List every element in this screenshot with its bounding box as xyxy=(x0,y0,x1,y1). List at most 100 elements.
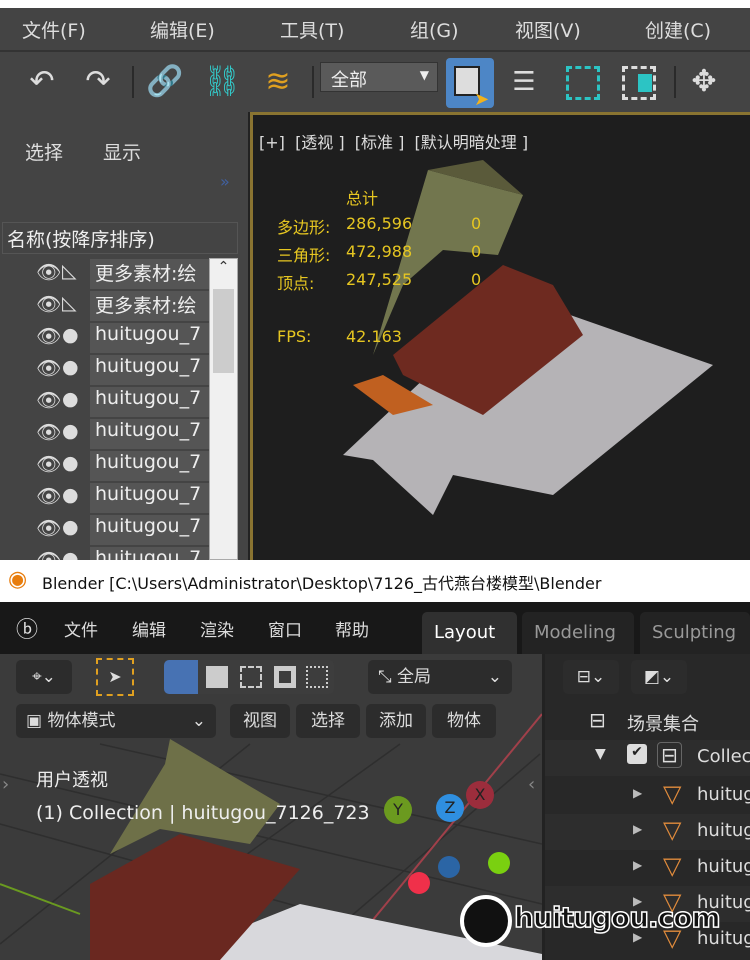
object-name[interactable]: huitugou_7 xyxy=(90,451,210,481)
select-intersect-icon[interactable] xyxy=(306,666,328,688)
select-subtract-icon[interactable] xyxy=(240,666,262,688)
display-mode-icon[interactable]: ⊟⌄ xyxy=(563,660,619,694)
link-icon[interactable]: 🔗 xyxy=(145,62,185,102)
tab-display[interactable]: 显示 xyxy=(103,138,141,165)
gizmo-z[interactable]: Z xyxy=(436,794,464,822)
visibility-eye-icon[interactable]: 👁 xyxy=(36,516,61,540)
outliner-scene-collection[interactable]: ⊟ 场景集合 xyxy=(545,704,750,740)
menu-view[interactable]: 视图 xyxy=(230,704,290,738)
menu-file[interactable]: 文件 xyxy=(64,616,98,641)
menu-group[interactable]: 组(G) xyxy=(410,16,459,43)
scroll-up-icon[interactable]: ⌃ xyxy=(210,259,237,275)
menu-file[interactable]: 文件(F) xyxy=(22,16,86,43)
redo-icon[interactable]: ↷ xyxy=(78,62,118,102)
select-object-icon[interactable]: ➤ xyxy=(446,58,494,110)
list-item[interactable]: 👁● huitugou_7 xyxy=(0,386,210,418)
toolbar-expand-icon[interactable]: › xyxy=(2,774,9,795)
rectangle-selection-icon[interactable] xyxy=(562,62,602,102)
visibility-eye-icon[interactable]: 👁 xyxy=(36,292,61,316)
menu-views[interactable]: 视图(V) xyxy=(515,16,581,43)
list-item[interactable]: 👁 ◺ 更多素材:绘 xyxy=(0,258,210,290)
selection-filter-dropdown[interactable]: 全部 ▼ xyxy=(320,62,438,92)
menu-select[interactable]: 选择 xyxy=(296,704,360,738)
select-by-name-icon[interactable]: ☰ xyxy=(504,62,544,102)
undo-icon[interactable]: ↶ xyxy=(22,62,62,102)
move-icon[interactable]: ✥ xyxy=(684,62,724,102)
stat-selected: 0 xyxy=(471,214,482,233)
visibility-eye-icon[interactable]: 👁 xyxy=(36,356,61,380)
visibility-eye-icon[interactable]: 👁 xyxy=(36,260,61,284)
scrollbar[interactable]: ⌃ xyxy=(209,258,238,560)
column-header-name[interactable]: 名称(按降序排序) xyxy=(2,222,238,254)
outliner-object[interactable]: ▶ ▽ huitug xyxy=(545,778,750,814)
select-tool-icon[interactable]: ➤ xyxy=(96,658,134,696)
visibility-eye-icon[interactable]: 👁 xyxy=(36,388,61,412)
transform-pivot-icon[interactable]: ⌖⌄ xyxy=(16,660,72,694)
select-extend-icon[interactable] xyxy=(206,666,228,688)
gizmo-x[interactable]: X xyxy=(466,781,494,809)
max-viewport[interactable]: [+] [透视 ] [标准 ] [默认明暗处理 ] 总计 多边形: 286,596… xyxy=(250,112,750,560)
menu-tools[interactable]: 工具(T) xyxy=(280,16,344,43)
sidebar-expand-icon[interactable]: ‹ xyxy=(528,774,535,795)
visibility-eye-icon[interactable]: 👁 xyxy=(36,452,61,476)
tab-sculpting[interactable]: Sculpting xyxy=(640,612,750,654)
transform-orientation-dropdown[interactable]: ⤡ 全局 ⌄ xyxy=(368,660,512,694)
viewport-label[interactable]: [+] [透视 ] [标准 ] [默认明暗处理 ] xyxy=(259,129,528,153)
unlink-icon[interactable]: ⛓ xyxy=(202,62,242,102)
bind-space-warp-icon[interactable]: ≋ xyxy=(258,62,298,102)
tab-layout[interactable]: Layout xyxy=(422,612,517,654)
menu-edit[interactable]: 编辑(E) xyxy=(150,16,215,43)
scrollbar-thumb[interactable] xyxy=(213,289,234,373)
collection-icon: ⊟ xyxy=(657,742,682,768)
gizmo-y[interactable]: Y xyxy=(384,796,412,824)
object-name[interactable]: huitugou_7 xyxy=(90,323,210,353)
object-name[interactable]: huitugou_7 xyxy=(90,355,210,385)
gizmo-neg-y[interactable] xyxy=(488,852,510,874)
outliner-object[interactable]: ▶ ▽ huitug xyxy=(545,850,750,886)
tab-select[interactable]: 选择 xyxy=(25,138,63,165)
list-item[interactable]: 👁● huitugou_7 xyxy=(0,354,210,386)
checkbox[interactable]: ✔ xyxy=(627,744,647,764)
outliner-collection[interactable]: ▼ ✔ ⊟ Collection xyxy=(545,740,750,776)
list-item[interactable]: 👁● huitugou_7 xyxy=(0,482,210,514)
menu-render[interactable]: 渲染 xyxy=(200,616,234,641)
object-name[interactable]: huitugou_7 xyxy=(90,483,210,513)
window-crossing-icon[interactable] xyxy=(618,62,658,102)
visibility-eye-icon[interactable]: 👁 xyxy=(36,420,61,444)
mode-dropdown[interactable]: ▣ 物体模式 ⌄ xyxy=(16,704,216,738)
list-item[interactable]: 👁● huitugou_7 xyxy=(0,450,210,482)
expand-arrow-icon[interactable]: ▶ xyxy=(633,822,642,836)
expand-icon[interactable]: » xyxy=(220,172,230,191)
tab-modeling[interactable]: Modeling xyxy=(522,612,634,654)
filter-icon[interactable]: ◩⌄ xyxy=(631,660,687,694)
menu-help[interactable]: 帮助 xyxy=(335,616,369,641)
outliner-object[interactable]: ▶ ▽ huitug xyxy=(545,814,750,850)
object-name[interactable]: huitugou_7 xyxy=(90,419,210,449)
expand-arrow-icon[interactable]: ▶ xyxy=(633,786,642,800)
list-item[interactable]: 👁 ◺ 更多素材:绘 xyxy=(0,290,210,322)
list-item[interactable]: 👁● huitugou_7 xyxy=(0,418,210,450)
selection-mode-group[interactable] xyxy=(164,660,334,694)
menu-create[interactable]: 创建(C) xyxy=(645,16,711,43)
geometry-sphere-icon: ● xyxy=(62,484,79,506)
menu-object[interactable]: 物体 xyxy=(432,704,496,738)
gizmo-neg-x[interactable] xyxy=(408,872,430,894)
select-invert-icon[interactable] xyxy=(274,666,296,688)
visibility-eye-icon[interactable]: 👁 xyxy=(36,324,61,348)
object-name[interactable]: 更多素材:绘 xyxy=(90,291,210,321)
list-item[interactable]: 👁● huitugou_7 xyxy=(0,514,210,546)
expand-arrow-icon[interactable]: ▼ xyxy=(595,746,606,762)
expand-arrow-icon[interactable]: ▶ xyxy=(633,858,642,872)
menu-window[interactable]: 窗口 xyxy=(268,616,302,641)
geometry-sphere-icon: ● xyxy=(62,324,79,346)
select-new-icon[interactable] xyxy=(164,660,198,694)
visibility-eye-icon[interactable]: 👁 xyxy=(36,484,61,508)
blender-menu-icon[interactable]: ⓑ xyxy=(16,612,38,644)
menu-edit[interactable]: 编辑 xyxy=(132,616,166,641)
object-name[interactable]: huitugou_7 xyxy=(90,515,210,545)
object-name[interactable]: 更多素材:绘 xyxy=(90,259,210,289)
menu-add[interactable]: 添加 xyxy=(366,704,426,738)
object-name[interactable]: huitugou_7 xyxy=(90,387,210,417)
list-item[interactable]: 👁● huitugou_7 xyxy=(0,322,210,354)
gizmo-neg-z[interactable] xyxy=(438,856,460,878)
